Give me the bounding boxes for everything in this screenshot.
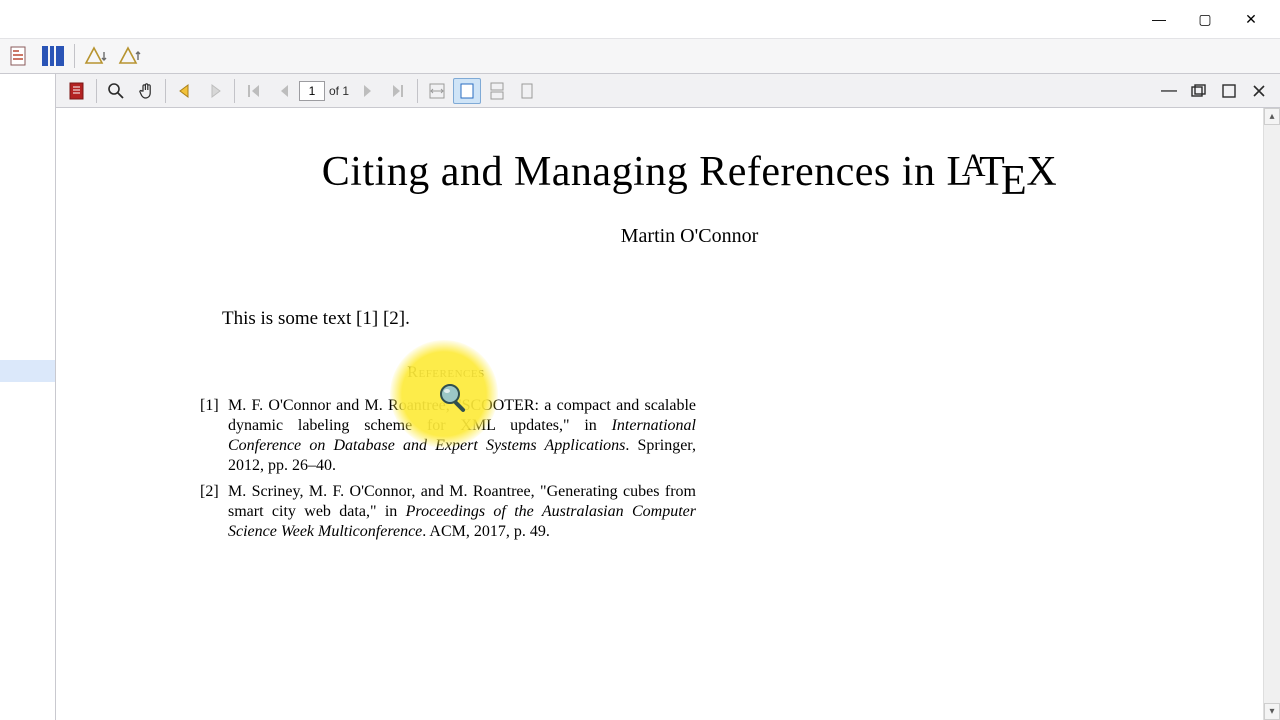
toolbar-separator bbox=[234, 79, 235, 103]
hand-tool-icon[interactable] bbox=[132, 78, 160, 104]
window-titlebar: — ▢ ✕ bbox=[0, 0, 1280, 38]
side-panel[interactable] bbox=[0, 74, 56, 720]
toolbar-separator bbox=[165, 79, 166, 103]
prev-page-icon[interactable] bbox=[270, 78, 298, 104]
scroll-up-icon[interactable]: ▴ bbox=[1264, 108, 1280, 125]
history-back-icon[interactable] bbox=[171, 78, 199, 104]
pdf-toolbar: of 1 — bbox=[56, 74, 1280, 108]
reference-number: [2] bbox=[200, 482, 228, 542]
reference-number: [1] bbox=[200, 396, 228, 476]
layout-icon[interactable] bbox=[39, 42, 67, 70]
warning-prev-icon[interactable] bbox=[82, 42, 110, 70]
toolbar-separator bbox=[96, 79, 97, 103]
continuous-icon[interactable] bbox=[483, 78, 511, 104]
reference-text: M. F. O'Connor and M. Roantree, "SCOOTER… bbox=[228, 396, 696, 476]
history-forward-icon[interactable] bbox=[201, 78, 229, 104]
fit-width-icon[interactable] bbox=[423, 78, 451, 104]
next-page-icon[interactable] bbox=[354, 78, 382, 104]
fit-page-icon[interactable] bbox=[453, 78, 481, 104]
scroll-track[interactable] bbox=[1264, 125, 1280, 703]
pdf-doc-icon[interactable] bbox=[63, 78, 91, 104]
pdf-viewer: of 1 — bbox=[56, 74, 1280, 720]
document-title: Citing and Managing References in LATEX bbox=[176, 148, 1203, 205]
document-author: Martin O'Connor bbox=[176, 225, 1203, 248]
workspace: of 1 — bbox=[0, 74, 1280, 720]
doc-icon[interactable] bbox=[5, 42, 33, 70]
side-panel-selection bbox=[0, 360, 55, 382]
viewer-area: Citing and Managing References in LATEX … bbox=[56, 108, 1280, 720]
viewer-maximize-icon[interactable] bbox=[1215, 78, 1243, 104]
single-page-icon[interactable] bbox=[513, 78, 541, 104]
page-number-input[interactable] bbox=[299, 81, 325, 101]
app-toolbar bbox=[0, 38, 1280, 74]
latex-logo: LATEX bbox=[946, 149, 1057, 195]
window-maximize-button[interactable]: ▢ bbox=[1182, 4, 1228, 34]
warning-next-icon[interactable] bbox=[116, 42, 144, 70]
vertical-scrollbar[interactable]: ▴ ▾ bbox=[1263, 108, 1280, 720]
zoom-tool-icon[interactable] bbox=[102, 78, 130, 104]
viewer-close-icon[interactable] bbox=[1245, 78, 1273, 104]
reference-item: [1] M. F. O'Connor and M. Roantree, "SCO… bbox=[200, 396, 696, 476]
viewer-restore-icon[interactable] bbox=[1185, 78, 1213, 104]
toolbar-separator bbox=[74, 44, 75, 68]
scroll-down-icon[interactable]: ▾ bbox=[1264, 703, 1280, 720]
title-text: Citing and Managing References in bbox=[322, 149, 947, 195]
window-minimize-button[interactable]: — bbox=[1136, 4, 1182, 34]
body-paragraph: This is some text [1] [2]. bbox=[222, 308, 1203, 330]
pdf-page[interactable]: Citing and Managing References in LATEX … bbox=[56, 108, 1263, 720]
page-of-label: of 1 bbox=[329, 84, 349, 98]
window-close-button[interactable]: ✕ bbox=[1228, 4, 1274, 34]
viewer-minimize-icon[interactable]: — bbox=[1155, 78, 1183, 104]
reference-item: [2] M. Scriney, M. F. O'Connor, and M. R… bbox=[200, 482, 696, 542]
last-page-icon[interactable] bbox=[384, 78, 412, 104]
first-page-icon[interactable] bbox=[240, 78, 268, 104]
reference-text: M. Scriney, M. F. O'Connor, and M. Roant… bbox=[228, 482, 696, 542]
toolbar-separator bbox=[417, 79, 418, 103]
references-heading: References bbox=[316, 364, 576, 382]
